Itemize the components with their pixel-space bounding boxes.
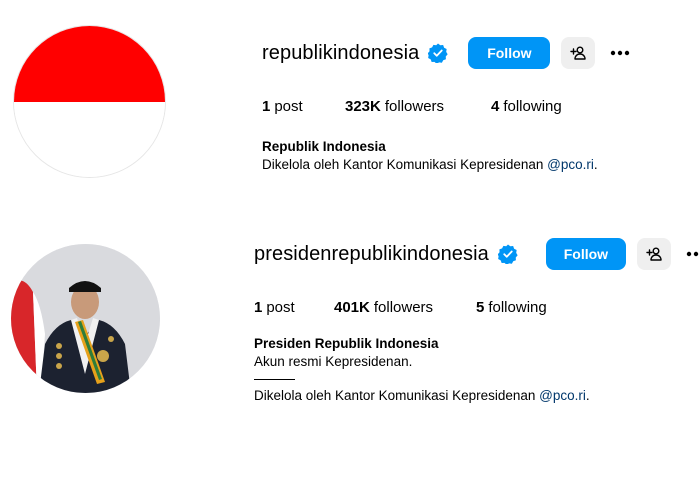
flag-image (14, 26, 165, 177)
suggested-accounts-button[interactable] (636, 238, 671, 270)
following-link[interactable]: 4 following (491, 98, 562, 115)
mention-link[interactable]: @pco.ri (547, 157, 594, 172)
follow-button[interactable]: Follow (545, 238, 626, 270)
profile-card-presidenrepublikindonesia: presidenrepublikindonesia Follow 1post 4… (0, 225, 700, 425)
verified-badge-icon (428, 43, 449, 64)
profile-bio: Presiden Republik Indonesia Akun resmi K… (254, 335, 590, 405)
add-person-icon (646, 247, 662, 261)
bio-divider (254, 379, 295, 380)
posts-count: 1 post (262, 98, 303, 115)
profile-card-republikindonesia: republikindonesia Follow 1 post 323K fol… (0, 0, 700, 200)
more-options-button[interactable] (681, 238, 700, 270)
portrait-image (11, 244, 160, 393)
avatar-indonesia-flag[interactable] (13, 25, 166, 178)
more-options-button[interactable] (605, 37, 635, 69)
suggested-accounts-button[interactable] (561, 37, 596, 69)
bio-line: Dikelola oleh Kantor Komunikasi Kepresid… (262, 157, 598, 172)
username[interactable]: republikindonesia (262, 42, 419, 65)
profile-header: presidenrepublikindonesia Follow (254, 237, 700, 271)
add-person-icon (570, 46, 587, 60)
bio-display-name: Presiden Republik Indonesia (254, 336, 439, 351)
follow-button[interactable]: Follow (468, 37, 551, 69)
profile-stats: 1 post 323K followers 4 following (262, 98, 562, 115)
bio-display-name: Republik Indonesia (262, 139, 386, 154)
profile-stats: 1 post 401K followers 5 following (254, 299, 547, 316)
verified-badge-icon (497, 244, 518, 265)
followers-link[interactable]: 401K followers (334, 299, 476, 316)
bio-line: Akun resmi Kepresidenan. (254, 354, 413, 369)
profile-bio: Republik Indonesia Dikelola oleh Kantor … (262, 138, 598, 174)
more-options-icon (611, 50, 630, 56)
profile-header: republikindonesia Follow (262, 36, 635, 70)
followers-link[interactable]: 323K followers (345, 98, 491, 115)
following-link[interactable]: 5 following (476, 299, 547, 316)
username[interactable]: presidenrepublikindonesia (254, 243, 489, 266)
mention-link[interactable]: @pco.ri (539, 388, 586, 403)
bio-line: Dikelola oleh Kantor Komunikasi Kepresid… (254, 388, 590, 403)
more-options-icon (686, 251, 699, 257)
posts-count: 1 post (254, 299, 295, 316)
avatar-president-portrait[interactable] (11, 244, 160, 393)
